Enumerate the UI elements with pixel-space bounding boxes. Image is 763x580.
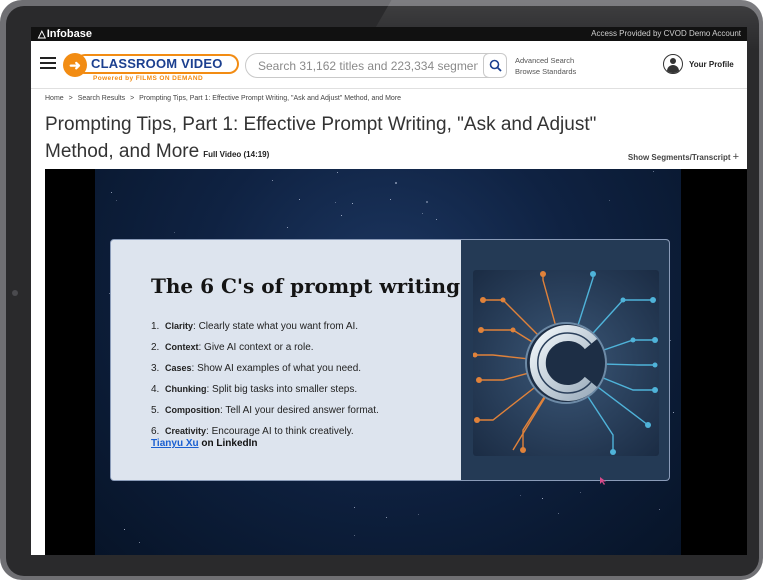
page-title-text: Prompting Tips, Part 1: Effective Prompt… xyxy=(45,114,597,162)
star-dot xyxy=(580,492,581,493)
plus-icon: + xyxy=(732,151,739,163)
brand-title: CLASSROOM VIDEO xyxy=(91,56,223,71)
slide-credit: Tianyu Xu on LinkedIn xyxy=(151,438,258,449)
camera-icon xyxy=(12,290,18,296)
star-dot xyxy=(542,498,543,499)
star-dot xyxy=(287,227,288,228)
star-dot xyxy=(422,213,423,214)
breadcrumb: Home > Search Results > Prompting Tips, … xyxy=(45,95,404,102)
star-dot xyxy=(352,203,353,204)
avatar-icon xyxy=(663,54,683,74)
slide-list-item: 4. Chunking: Split big tasks into smaller… xyxy=(151,384,358,395)
breadcrumb-current: Prompting Tips, Part 1: Effective Prompt… xyxy=(139,95,402,102)
star-dot xyxy=(426,201,428,203)
star-dot xyxy=(335,202,336,203)
show-segments-label: Show Segments/Transcript xyxy=(627,153,731,162)
star-dot xyxy=(436,219,437,220)
classroom-video-logo[interactable]: ➜ CLASSROOM VIDEO Powered by FILMS ON DE… xyxy=(63,50,243,84)
slide-card: The 6 C's of prompt writing 1. Clarity: C… xyxy=(110,239,670,481)
credit-suffix: on LinkedIn xyxy=(198,438,258,449)
star-dot xyxy=(558,513,559,514)
slide-text-panel: The 6 C's of prompt writing 1. Clarity: C… xyxy=(111,240,461,480)
star-dot xyxy=(354,535,355,536)
screen: △ Infobase Access Provided by CVOD Demo … xyxy=(31,27,747,555)
breadcrumb-search-results[interactable]: Search Results xyxy=(78,95,125,102)
search-input[interactable] xyxy=(258,58,478,74)
breadcrumb-separator: > xyxy=(68,95,73,102)
site-header: ➜ CLASSROOM VIDEO Powered by FILMS ON DE… xyxy=(31,41,747,89)
star-dot xyxy=(174,232,175,233)
star-dot xyxy=(395,182,397,184)
arrow-right-icon: ➜ xyxy=(63,53,87,77)
star-dot xyxy=(386,517,387,518)
show-segments-toggle[interactable]: Show Segments/Transcript + xyxy=(628,151,739,163)
star-dot xyxy=(299,199,300,200)
search-button[interactable] xyxy=(483,53,507,78)
slide-list-item: 2. Context: Give AI context or a role. xyxy=(151,342,314,353)
star-dot xyxy=(139,542,140,543)
star-dot xyxy=(354,507,355,508)
slide-list-item: 3. Cases: Show AI examples of what you ne… xyxy=(151,363,362,374)
search-box xyxy=(245,53,507,78)
star-dot xyxy=(337,172,338,173)
video-player[interactable]: The 6 C's of prompt writing 1. Clarity: C… xyxy=(45,169,747,555)
infobase-logo-text: Infobase xyxy=(46,28,92,40)
advanced-search-link[interactable]: Advanced Search xyxy=(515,55,576,66)
star-dot xyxy=(341,215,342,216)
top-bar: △ Infobase Access Provided by CVOD Demo … xyxy=(31,27,747,41)
slide-list-item: 5. Composition: Tell AI your desired answ… xyxy=(151,405,379,416)
mouse-cursor-icon xyxy=(600,477,606,485)
full-video-duration: Full Video (14:19) xyxy=(203,150,270,159)
slide-list: 1. Clarity: Clearly state what you want f… xyxy=(151,316,451,442)
star-dot xyxy=(520,495,521,496)
infobase-logo[interactable]: △ Infobase xyxy=(38,28,92,40)
infobase-logo-icon: △ xyxy=(38,28,46,40)
search-icon xyxy=(489,59,502,72)
credit-author-link: Tianyu Xu xyxy=(151,438,199,449)
slide-illustration-panel xyxy=(461,240,669,480)
star-dot xyxy=(390,199,391,200)
star-dot xyxy=(653,171,654,172)
star-dot xyxy=(673,412,674,413)
page-title: Prompting Tips, Part 1: Effective Prompt… xyxy=(45,111,665,168)
access-provided-text: Access Provided by CVOD Demo Account xyxy=(591,29,741,38)
star-dot xyxy=(670,340,671,341)
search-links: Advanced Search Browse Standards xyxy=(515,55,576,77)
star-dot xyxy=(609,200,610,201)
profile-button[interactable]: Your Profile xyxy=(663,54,734,74)
star-dot xyxy=(116,200,117,201)
breadcrumb-home[interactable]: Home xyxy=(45,95,64,102)
slide-list-item: 1. Clarity: Clearly state what you want f… xyxy=(151,321,359,332)
star-dot xyxy=(418,514,419,515)
slide-heading: The 6 C's of prompt writing xyxy=(151,274,461,298)
circuit-c-icon xyxy=(473,270,659,456)
browse-standards-link[interactable]: Browse Standards xyxy=(515,66,576,77)
tablet-frame: △ Infobase Access Provided by CVOD Demo … xyxy=(0,0,763,580)
breadcrumb-separator: > xyxy=(130,95,135,102)
menu-icon[interactable] xyxy=(40,57,56,69)
star-dot xyxy=(111,192,112,193)
video-frame: The 6 C's of prompt writing 1. Clarity: C… xyxy=(95,169,681,555)
star-dot xyxy=(659,509,660,510)
brand-subtitle: Powered by FILMS ON DEMAND xyxy=(93,75,204,82)
star-dot xyxy=(272,180,273,181)
profile-label: Your Profile xyxy=(689,59,734,69)
star-dot xyxy=(124,529,125,530)
